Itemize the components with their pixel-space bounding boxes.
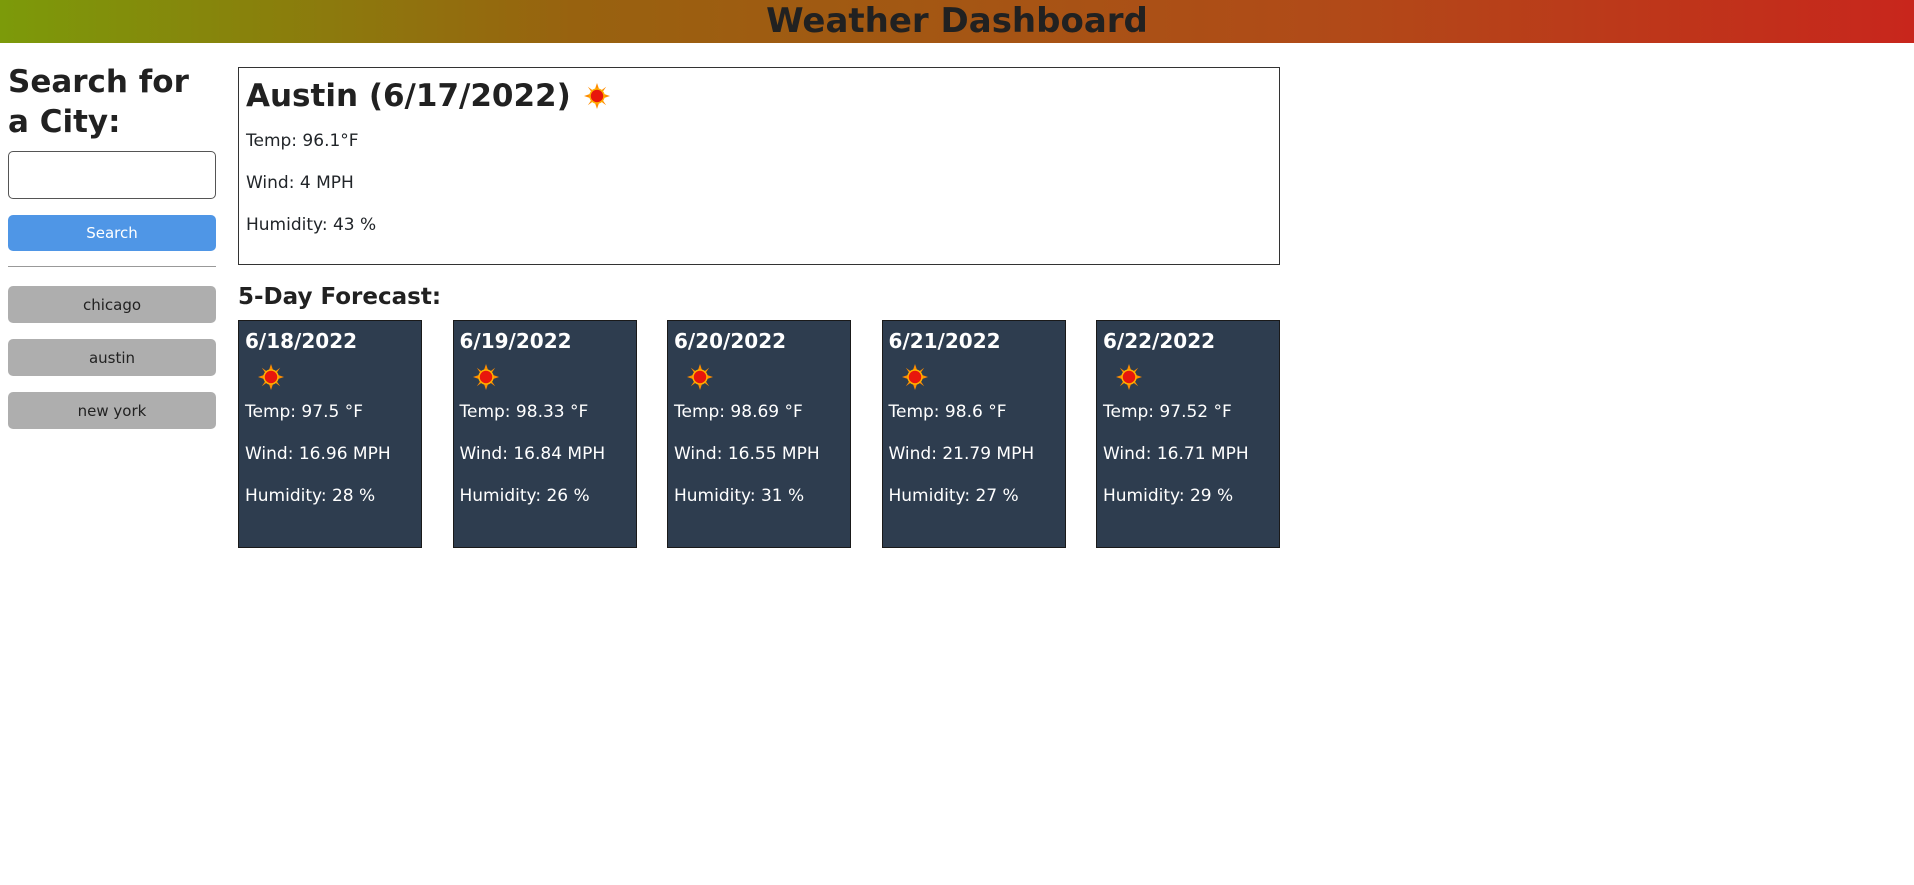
page-title: Weather Dashboard <box>766 1 1148 41</box>
forecast-card: 6/19/2022 Temp: 98.33 °F Wind: 16.84 MPH… <box>452 320 637 548</box>
search-heading: Search for a City: <box>8 64 189 140</box>
sun-icon <box>1115 363 1143 391</box>
forecast-temp: Temp: 98.33 °F <box>459 402 589 422</box>
forecast-heading: 5-Day Forecast: <box>238 284 442 310</box>
sun-icon <box>686 363 714 391</box>
history-button-chicago[interactable]: chicago <box>8 286 216 323</box>
forecast-humidity: Humidity: 31 % <box>674 486 805 506</box>
forecast-wind: Wind: 16.55 MPH <box>674 444 820 464</box>
forecast-humidity: Humidity: 26 % <box>459 486 590 506</box>
app-header: Weather Dashboard <box>0 0 1914 43</box>
sun-icon <box>583 82 611 110</box>
current-title-row: Austin (6/17/2022) <box>246 76 1272 116</box>
forecast-date: 6/18/2022 <box>245 329 358 353</box>
forecast-card: 6/22/2022 Temp: 97.52 °F Wind: 16.71 MPH… <box>1096 320 1280 548</box>
forecast-wind: Wind: 16.84 MPH <box>459 444 606 464</box>
current-humidity: Humidity: 43 % <box>246 215 377 235</box>
current-temp: Temp: 96.1°F <box>246 131 359 151</box>
forecast-cards: 6/18/2022 Temp: 97.5 °F Wind: 16.96 MPH … <box>238 320 1280 548</box>
forecast-humidity: Humidity: 28 % <box>245 486 376 506</box>
forecast-date: 6/22/2022 <box>1103 329 1216 353</box>
forecast-temp: Temp: 98.6 °F <box>888 402 1007 422</box>
forecast-card: 6/18/2022 Temp: 97.5 °F Wind: 16.96 MPH … <box>238 320 422 548</box>
sidebar-divider <box>8 266 216 267</box>
history-button-new-york[interactable]: new york <box>8 392 216 429</box>
forecast-date: 6/21/2022 <box>888 329 1001 353</box>
history-button-austin[interactable]: austin <box>8 339 216 376</box>
forecast-humidity: Humidity: 27 % <box>888 486 1019 506</box>
forecast-humidity: Humidity: 29 % <box>1103 486 1234 506</box>
forecast-card: 6/20/2022 Temp: 98.69 °F Wind: 16.55 MPH… <box>667 320 851 548</box>
sun-icon <box>257 363 285 391</box>
forecast-date: 6/20/2022 <box>674 329 787 353</box>
forecast-wind: Wind: 16.96 MPH <box>245 444 391 464</box>
city-search-input[interactable] <box>8 151 216 199</box>
current-city-title: Austin (6/17/2022) <box>246 78 571 114</box>
search-button[interactable]: Search <box>8 215 216 251</box>
forecast-temp: Temp: 98.69 °F <box>674 402 803 422</box>
forecast-wind: Wind: 16.71 MPH <box>1103 444 1249 464</box>
current-wind: Wind: 4 MPH <box>246 173 354 193</box>
sun-icon <box>472 363 500 391</box>
current-weather-panel: Austin (6/17/2022) Temp: 96.1°F Wind: 4 … <box>238 67 1280 265</box>
search-sidebar: Search for a City: Search chicago austin… <box>8 62 216 445</box>
forecast-wind: Wind: 21.79 MPH <box>888 444 1035 464</box>
sun-icon <box>901 363 929 391</box>
search-history-list: chicago austin new york <box>8 286 216 429</box>
forecast-temp: Temp: 97.5 °F <box>245 402 363 422</box>
forecast-date: 6/19/2022 <box>459 329 572 353</box>
forecast-temp: Temp: 97.52 °F <box>1103 402 1232 422</box>
forecast-card: 6/21/2022 Temp: 98.6 °F Wind: 21.79 MPH … <box>881 320 1066 548</box>
